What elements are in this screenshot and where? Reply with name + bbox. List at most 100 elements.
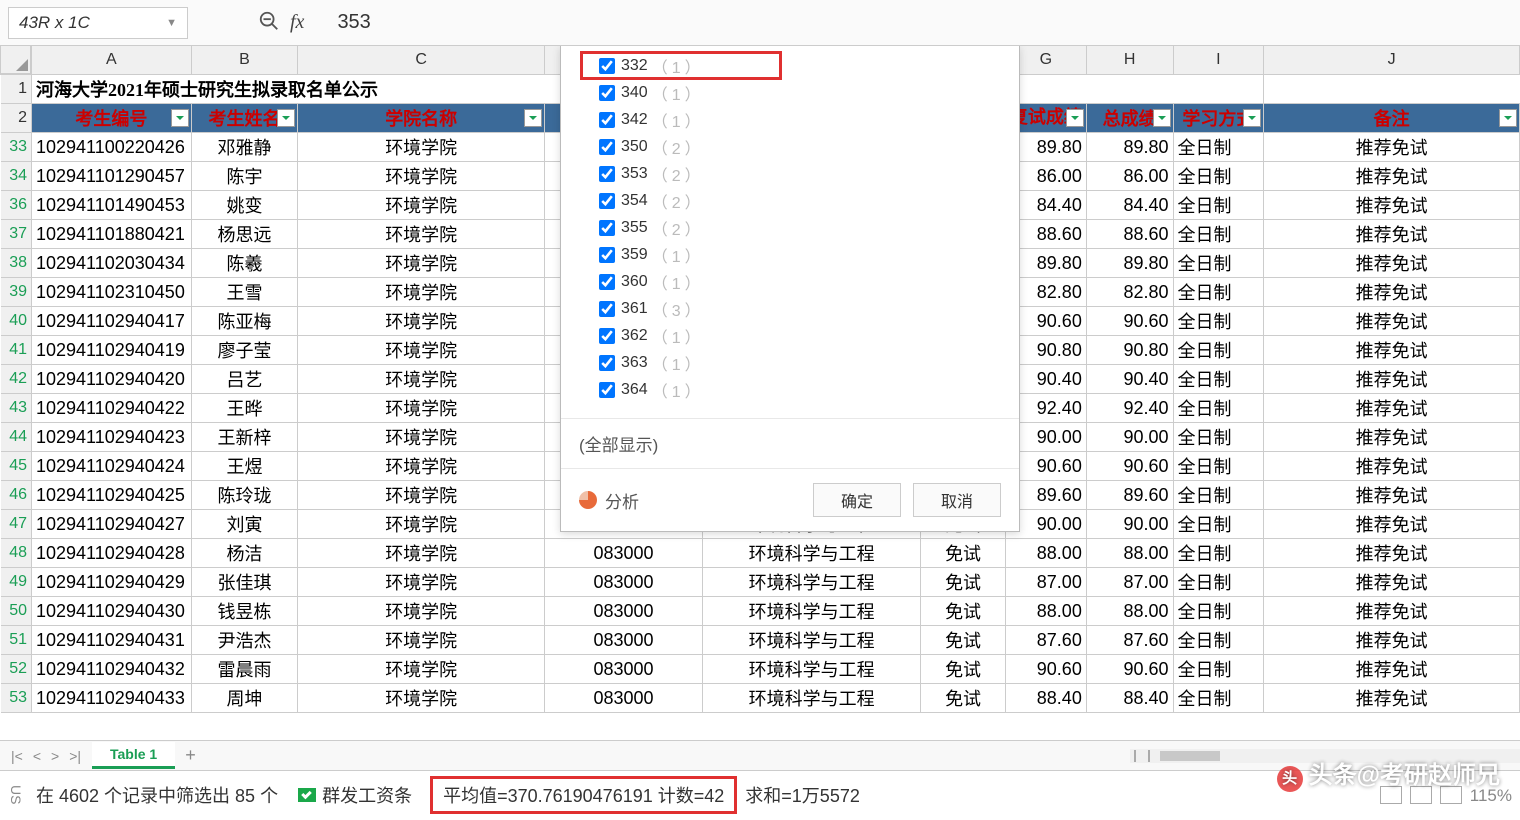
- cell-name[interactable]: 陈羲: [191, 249, 297, 278]
- cell-mode[interactable]: 全日制: [1173, 394, 1264, 423]
- cell-id[interactable]: 102941102940425: [32, 481, 192, 510]
- row-header[interactable]: 39: [1, 278, 32, 307]
- cell-mode[interactable]: 全日制: [1173, 510, 1264, 539]
- cell-name[interactable]: 尹浩杰: [191, 626, 297, 655]
- cell-total[interactable]: 87.00: [1086, 568, 1173, 597]
- row-header[interactable]: 47: [1, 510, 32, 539]
- row-header[interactable]: 49: [1, 568, 32, 597]
- cell-note[interactable]: 推荐免试: [1264, 220, 1520, 249]
- table-row[interactable]: 48102941102940428杨洁环境学院083000环境科学与工程免试88…: [1, 539, 1520, 568]
- cell-mode[interactable]: 全日制: [1173, 568, 1264, 597]
- filter-item[interactable]: 342（1）: [581, 106, 1019, 133]
- filter-button[interactable]: [1243, 109, 1261, 127]
- cell-total[interactable]: 89.60: [1086, 481, 1173, 510]
- cell-name[interactable]: 邓雅静: [191, 133, 297, 162]
- cell-major-name[interactable]: 环境科学与工程: [702, 626, 920, 655]
- col-header[interactable]: C: [298, 46, 545, 75]
- cell-mode[interactable]: 全日制: [1173, 423, 1264, 452]
- cell-college[interactable]: 环境学院: [298, 365, 545, 394]
- cell-id[interactable]: 102941102030434: [32, 249, 192, 278]
- cell-name[interactable]: 周坤: [191, 684, 297, 713]
- cell-mode[interactable]: 全日制: [1173, 626, 1264, 655]
- col-header[interactable]: H: [1086, 46, 1173, 75]
- row-header[interactable]: 37: [1, 220, 32, 249]
- hdr-total[interactable]: 总成绩: [1086, 104, 1173, 133]
- cell-note[interactable]: 推荐免试: [1264, 626, 1520, 655]
- cell-mode[interactable]: 全日制: [1173, 162, 1264, 191]
- cell-total[interactable]: 90.60: [1086, 655, 1173, 684]
- cell-name[interactable]: 吕艺: [191, 365, 297, 394]
- cell-name[interactable]: 陈亚梅: [191, 307, 297, 336]
- hdr-id[interactable]: 考生编号: [32, 104, 192, 133]
- cell-name[interactable]: 王雪: [191, 278, 297, 307]
- cell-mode[interactable]: 全日制: [1173, 249, 1264, 278]
- cell-id[interactable]: 102941102940428: [32, 539, 192, 568]
- row-header[interactable]: 45: [1, 452, 32, 481]
- cell-total[interactable]: 92.40: [1086, 394, 1173, 423]
- cell-id[interactable]: 102941102940431: [32, 626, 192, 655]
- row-header[interactable]: 53: [1, 684, 32, 713]
- col-header[interactable]: I: [1173, 46, 1264, 75]
- cell-total[interactable]: 90.60: [1086, 452, 1173, 481]
- cell-note[interactable]: 推荐免试: [1264, 597, 1520, 626]
- cell-note[interactable]: 推荐免试: [1264, 336, 1520, 365]
- cell-college[interactable]: 环境学院: [298, 568, 545, 597]
- cell-note[interactable]: 推荐免试: [1264, 394, 1520, 423]
- filter-button[interactable]: [1153, 109, 1171, 127]
- cell-college[interactable]: 环境学院: [298, 539, 545, 568]
- cell-note[interactable]: 推荐免试: [1264, 365, 1520, 394]
- hdr-mode[interactable]: 学习方式: [1173, 104, 1264, 133]
- cell-name[interactable]: 陈玲珑: [191, 481, 297, 510]
- cell-name[interactable]: 雷晨雨: [191, 655, 297, 684]
- cell-id[interactable]: 102941102940417: [32, 307, 192, 336]
- cell-note[interactable]: 推荐免试: [1264, 481, 1520, 510]
- cell-name[interactable]: 王晔: [191, 394, 297, 423]
- cell-major-code[interactable]: 083000: [545, 597, 703, 626]
- cell-college[interactable]: 环境学院: [298, 423, 545, 452]
- row-header[interactable]: 2: [1, 104, 32, 133]
- filter-checkbox[interactable]: [599, 301, 615, 317]
- cell-mode[interactable]: 全日制: [1173, 684, 1264, 713]
- cell-college[interactable]: 环境学院: [298, 191, 545, 220]
- cell-retest[interactable]: 87.60: [1005, 626, 1086, 655]
- cell-mode[interactable]: 全日制: [1173, 133, 1264, 162]
- row-header[interactable]: 43: [1, 394, 32, 423]
- filter-item[interactable]: 355（2）: [581, 214, 1019, 241]
- fx-icon[interactable]: fx: [290, 11, 304, 34]
- cell-total[interactable]: 90.80: [1086, 336, 1173, 365]
- table-row[interactable]: 51102941102940431尹浩杰环境学院083000环境科学与工程免试8…: [1, 626, 1520, 655]
- cell-total[interactable]: 88.00: [1086, 597, 1173, 626]
- cell-note[interactable]: 推荐免试: [1264, 249, 1520, 278]
- row-header[interactable]: 44: [1, 423, 32, 452]
- filter-checkbox[interactable]: [599, 139, 615, 155]
- filter-button[interactable]: [171, 109, 189, 127]
- row-header[interactable]: 42: [1, 365, 32, 394]
- add-sheet-button[interactable]: +: [175, 745, 206, 766]
- cell-name[interactable]: 廖子莹: [191, 336, 297, 365]
- filter-ok-button[interactable]: 确定: [813, 483, 901, 517]
- cell-retest[interactable]: 87.00: [1005, 568, 1086, 597]
- cell-total[interactable]: 89.80: [1086, 133, 1173, 162]
- cell-college[interactable]: 环境学院: [298, 452, 545, 481]
- row-header[interactable]: 36: [1, 191, 32, 220]
- cell-exam[interactable]: 免试: [921, 568, 1006, 597]
- cell-college[interactable]: 环境学院: [298, 481, 545, 510]
- filter-checkbox[interactable]: [599, 328, 615, 344]
- cell-id[interactable]: 102941101290457: [32, 162, 192, 191]
- cell-exam[interactable]: 免试: [921, 655, 1006, 684]
- hdr-note[interactable]: 备注: [1264, 104, 1520, 133]
- tab-nav[interactable]: |<<>>|: [0, 748, 92, 764]
- filter-checkbox[interactable]: [599, 166, 615, 182]
- filter-button[interactable]: [1066, 109, 1084, 127]
- cell-major-code[interactable]: 083000: [545, 626, 703, 655]
- cell-note[interactable]: 推荐免试: [1264, 133, 1520, 162]
- filter-checkbox[interactable]: [599, 247, 615, 263]
- filter-checkbox[interactable]: [599, 355, 615, 371]
- filter-analyze-label[interactable]: 分析: [605, 488, 639, 513]
- filter-checkbox[interactable]: [599, 220, 615, 236]
- table-row[interactable]: 49102941102940429张佳琪环境学院083000环境科学与工程免试8…: [1, 568, 1520, 597]
- cell-total[interactable]: 88.40: [1086, 684, 1173, 713]
- cell-mode[interactable]: 全日制: [1173, 655, 1264, 684]
- name-box[interactable]: 43R x 1C ▼: [8, 7, 188, 39]
- cell-college[interactable]: 环境学院: [298, 133, 545, 162]
